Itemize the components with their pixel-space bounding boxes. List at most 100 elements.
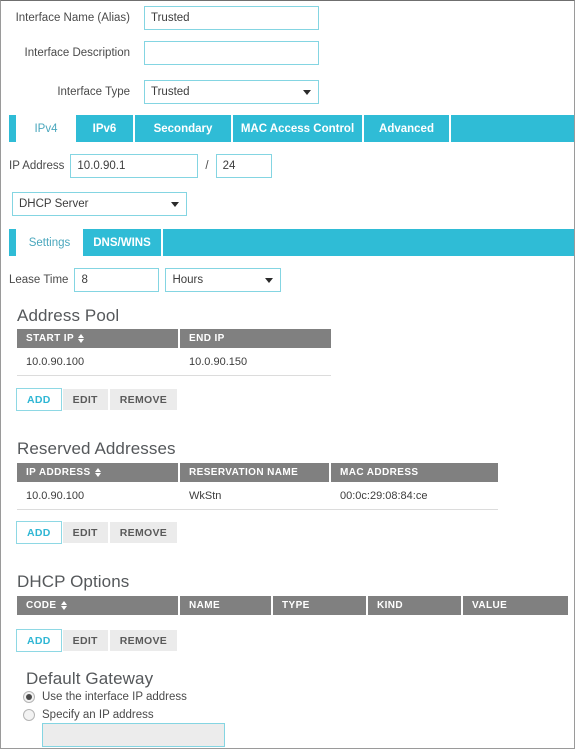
interface-configuration-panel: Interface Name (Alias) Trusted Interface… [0, 0, 575, 749]
address-pool-remove-button[interactable]: REMOVE [108, 388, 179, 411]
tab-ipv4[interactable]: IPv4 [16, 115, 74, 142]
dhcp-options-edit-button[interactable]: EDIT [61, 629, 109, 652]
tab-advanced[interactable]: Advanced [362, 115, 449, 142]
interface-type-select[interactable]: Trusted [144, 80, 319, 104]
reserved-addresses-edit-button[interactable]: EDIT [61, 521, 109, 544]
column-header-end-ip[interactable]: END IP [180, 329, 331, 348]
column-header-name[interactable]: NAME [180, 596, 273, 615]
tab-settings[interactable]: Settings [16, 229, 81, 256]
column-header-code[interactable]: CODE [17, 596, 180, 615]
interface-description-label: Interface Description [24, 47, 130, 59]
tab-ipv4-label: IPv4 [34, 122, 58, 135]
interface-name-input[interactable]: Trusted [144, 6, 319, 30]
lease-time-label: Lease Time [9, 274, 69, 286]
column-header-ip-address-label: IP ADDRESS [26, 467, 91, 478]
radio-icon-selected[interactable] [23, 691, 35, 703]
lease-time-unit-select[interactable]: Hours [165, 268, 282, 292]
address-pool-add-button[interactable]: ADD [16, 388, 62, 411]
reserved-addresses-remove-button[interactable]: REMOVE [108, 521, 179, 544]
reserved-addresses-add-button[interactable]: ADD [16, 521, 62, 544]
default-gateway-option-interface-ip-label: Use the interface IP address [42, 691, 187, 703]
dhcp-options-remove-button[interactable]: REMOVE [108, 629, 179, 652]
sort-icon [78, 333, 85, 344]
default-gateway-option-specify-ip[interactable]: Specify an IP address [23, 709, 154, 721]
form-row-ip-address: IP Address 10.0.90.1 / 24 [9, 153, 272, 179]
chevron-down-icon [265, 278, 274, 283]
dhcp-mode-value: DHCP Server [19, 198, 89, 210]
form-row-interface-type: Interface Type Trusted [1, 79, 574, 105]
column-header-type-label: TYPE [282, 600, 310, 611]
cell-ip-address: 10.0.90.100 [26, 489, 85, 502]
address-pool-edit-button[interactable]: EDIT [61, 388, 109, 411]
address-pool-header-row: START IP END IP [17, 329, 331, 348]
default-gateway-ip-input[interactable] [42, 723, 225, 747]
dhcp-options-grid: CODE NAME TYPE KIND VALUE [17, 596, 568, 615]
column-header-kind[interactable]: KIND [368, 596, 463, 615]
chevron-down-icon [303, 90, 311, 95]
sort-icon [60, 600, 68, 611]
tab-dns-wins[interactable]: DNS/WINS [81, 229, 161, 256]
column-header-name-label: NAME [189, 600, 221, 611]
default-gateway-option-specify-ip-label: Specify an IP address [42, 709, 154, 721]
dhcp-options-header-row: CODE NAME TYPE KIND VALUE [17, 596, 568, 615]
column-header-start-ip-label: START IP [26, 333, 75, 344]
column-header-value[interactable]: VALUE [463, 596, 568, 615]
table-row[interactable]: 10.0.90.100 WkStn 00:0c:29:08:84:ce [17, 482, 498, 510]
tab-mac-access-control[interactable]: MAC Access Control [231, 115, 362, 142]
column-header-mac-address-label: MAC ADDRESS [340, 467, 419, 478]
form-row-interface-name: Interface Name (Alias) Trusted [1, 5, 574, 31]
interface-description-input[interactable] [144, 41, 319, 65]
dhcp-mode-select[interactable]: DHCP Server [12, 192, 187, 216]
column-header-end-ip-label: END IP [189, 333, 225, 344]
reserved-addresses-buttons: ADD EDIT REMOVE [16, 521, 179, 544]
column-header-code-label: CODE [26, 600, 57, 611]
column-header-reservation-name-label: RESERVATION NAME [189, 467, 299, 478]
column-header-reservation-name[interactable]: RESERVATION NAME [180, 463, 331, 482]
address-pool-grid: START IP END IP 10.0.90.100 10.0.90.150 [17, 329, 331, 376]
ip-prefix-input[interactable]: 24 [215, 154, 272, 178]
dhcp-options-title: DHCP Options [17, 572, 130, 591]
dhcp-options-add-button[interactable]: ADD [16, 629, 62, 652]
dhcp-tabs: Settings DNS/WINS [9, 229, 574, 256]
tabstrip-filler [449, 115, 574, 142]
column-header-ip-address[interactable]: IP ADDRESS [17, 463, 180, 482]
reserved-addresses-header-row: IP ADDRESS RESERVATION NAME MAC ADDRESS [17, 463, 498, 482]
lease-time-input[interactable]: 8 [74, 268, 160, 292]
tabstrip-lead [9, 115, 16, 142]
reserved-addresses-title: Reserved Addresses [17, 439, 176, 458]
column-header-mac-address[interactable]: MAC ADDRESS [331, 463, 498, 482]
dhcp-tabstrip-filler [161, 229, 574, 256]
form-row-interface-description: Interface Description [1, 40, 574, 66]
cell-mac-address: 00:0c:29:08:84:ce [340, 489, 428, 502]
dhcp-tabstrip-lead [9, 229, 16, 256]
ip-address-label: IP Address [9, 160, 65, 172]
default-gateway-option-interface-ip[interactable]: Use the interface IP address [23, 691, 187, 703]
address-pool-title: Address Pool [17, 306, 120, 325]
chevron-down-icon [171, 202, 179, 207]
column-header-kind-label: KIND [377, 600, 404, 611]
tab-secondary[interactable]: Secondary [133, 115, 231, 142]
tab-secondary-label: Secondary [153, 122, 213, 135]
dhcp-options-buttons: ADD EDIT REMOVE [16, 629, 179, 652]
column-header-start-ip[interactable]: START IP [17, 329, 180, 348]
ip-address-input[interactable]: 10.0.90.1 [70, 154, 199, 178]
tab-advanced-label: Advanced [379, 122, 434, 135]
lease-time-unit-value: Hours [172, 274, 204, 286]
radio-icon-unselected[interactable] [23, 709, 35, 721]
tab-mac-access-control-label: MAC Access Control [240, 122, 355, 135]
column-header-type[interactable]: TYPE [273, 596, 368, 615]
form-row-lease-time: Lease Time 8 Hours [9, 267, 282, 293]
interface-type-value: Trusted [151, 86, 190, 98]
column-header-value-label: VALUE [472, 600, 508, 611]
interface-name-label: Interface Name (Alias) [15, 12, 130, 24]
table-row[interactable]: 10.0.90.100 10.0.90.150 [17, 348, 331, 376]
tab-ipv6[interactable]: IPv6 [74, 115, 133, 142]
address-pool-buttons: ADD EDIT REMOVE [16, 388, 179, 411]
tab-dns-wins-label: DNS/WINS [93, 236, 151, 249]
ip-prefix-separator: / [205, 160, 209, 172]
sort-icon [94, 467, 102, 478]
interface-type-label: Interface Type [57, 86, 130, 98]
interface-tabs: IPv4 IPv6 Secondary MAC Access Control A… [9, 115, 574, 142]
cell-reservation-name: WkStn [189, 489, 222, 502]
tab-settings-label: Settings [28, 236, 71, 249]
